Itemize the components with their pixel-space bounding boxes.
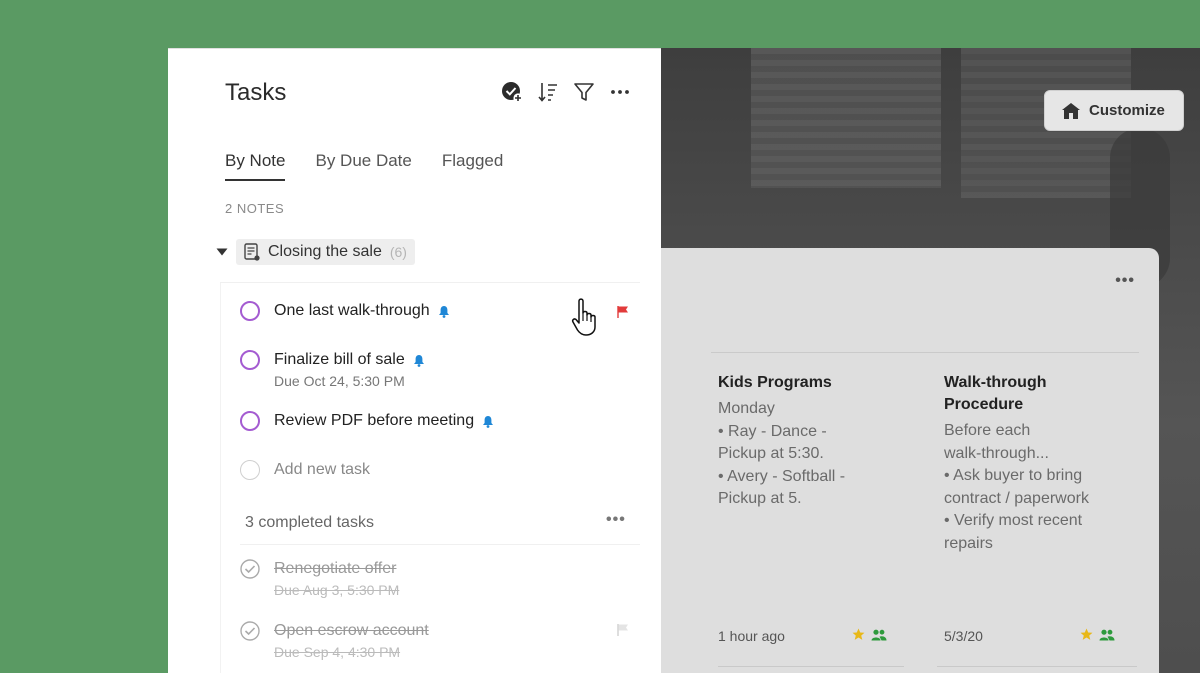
- tab-flagged[interactable]: Flagged: [442, 151, 503, 181]
- more-options-icon[interactable]: [609, 81, 631, 103]
- tab-by-note[interactable]: By Note: [225, 151, 286, 181]
- task-checkbox[interactable]: [240, 301, 260, 321]
- filter-icon[interactable]: [573, 81, 595, 103]
- page-title: Tasks: [225, 79, 287, 106]
- divider: [718, 666, 904, 667]
- tasks-panel: Tasks By Note By Due Date Flagged 2 NOTE…: [168, 48, 661, 673]
- sort-icon[interactable]: [537, 81, 559, 103]
- add-task-row[interactable]: Add new task: [240, 460, 640, 480]
- divider: [220, 283, 221, 673]
- flag-outline-icon[interactable]: [616, 623, 630, 637]
- customize-button[interactable]: Customize: [1044, 90, 1184, 131]
- tab-by-due-date[interactable]: By Due Date: [315, 151, 411, 181]
- completed-tasks-toggle[interactable]: 3 completed tasks: [245, 514, 374, 532]
- task-due-date: Due Aug 3, 5:30 PM: [274, 582, 400, 598]
- reminder-bell-icon: [438, 305, 450, 318]
- divider: [937, 666, 1137, 667]
- task-title: Finalize bill of sale: [274, 351, 405, 368]
- view-tabs: By Note By Due Date Flagged: [225, 151, 503, 181]
- note-chip[interactable]: Closing the sale (6): [236, 239, 415, 265]
- star-icon: [852, 628, 865, 640]
- task-due-date: Due Sep 4, 4:30 PM: [274, 644, 401, 660]
- hand-pointer-icon: [571, 298, 596, 336]
- note-preview: Monday • Ray - Dance - Pickup at 5:30. •…: [718, 400, 846, 507]
- note-card[interactable]: Walk-through Procedure Before each walk-…: [944, 372, 1124, 644]
- task-checkbox[interactable]: [240, 411, 260, 431]
- chevron-down-icon[interactable]: [216, 247, 228, 257]
- shared-users-icon: [871, 629, 887, 640]
- task-checkbox-placeholder: [240, 460, 260, 480]
- notes-widget: ••• Kids Programs Monday • Ray - Dance -…: [661, 248, 1159, 673]
- notes-count: 2 NOTES: [225, 201, 285, 216]
- note-preview: Before each walk-through... • Ask buyer …: [944, 422, 1089, 552]
- divider: [711, 352, 1139, 353]
- task-item[interactable]: Finalize bill of sale Due Oct 24, 5:30 P…: [240, 350, 640, 389]
- note-card[interactable]: Kids Programs Monday • Ray - Dance - Pic…: [718, 372, 898, 644]
- note-name: Closing the sale: [268, 243, 382, 260]
- divider: [240, 544, 640, 545]
- task-title: Review PDF before meeting: [274, 412, 475, 429]
- more-options-icon[interactable]: •••: [606, 511, 626, 529]
- completed-check-icon[interactable]: [240, 559, 260, 579]
- note-badges: [1080, 628, 1115, 641]
- completed-check-icon[interactable]: [240, 621, 260, 641]
- note-title: Kids Programs: [718, 374, 832, 391]
- reminder-bell-icon: [482, 415, 494, 428]
- note-icon: [244, 243, 260, 261]
- task-title: Open escrow account: [274, 622, 429, 639]
- note-title: Walk-through Procedure: [944, 374, 1047, 413]
- add-task-icon[interactable]: [501, 81, 523, 103]
- task-item[interactable]: Review PDF before meeting: [240, 411, 640, 431]
- home-icon: [1061, 102, 1081, 120]
- note-badges: [852, 628, 887, 641]
- task-title: One last walk-through: [274, 302, 430, 319]
- note-date: 1 hour ago: [718, 628, 785, 644]
- task-title: Renegotiate offer: [274, 560, 397, 577]
- note-group-header[interactable]: Closing the sale (6): [216, 239, 415, 265]
- task-due-date: Due Oct 24, 5:30 PM: [274, 373, 405, 389]
- tasks-toolbar: [501, 81, 631, 103]
- task-count: (6): [389, 244, 407, 260]
- note-date: 5/3/20: [944, 628, 983, 644]
- add-task-input[interactable]: Add new task: [274, 460, 370, 480]
- star-icon: [1080, 628, 1093, 640]
- customize-label: Customize: [1089, 102, 1165, 119]
- divider: [220, 282, 640, 283]
- shared-users-icon: [1099, 629, 1115, 640]
- task-checkbox[interactable]: [240, 350, 260, 370]
- completed-task-item[interactable]: Renegotiate offer Due Aug 3, 5:30 PM: [240, 559, 640, 598]
- reminder-bell-icon: [413, 354, 425, 367]
- flag-icon[interactable]: [616, 305, 630, 319]
- window-blind: [751, 48, 941, 188]
- more-options-icon[interactable]: •••: [1115, 272, 1135, 290]
- completed-task-item[interactable]: Open escrow account Due Sep 4, 4:30 PM: [240, 621, 640, 660]
